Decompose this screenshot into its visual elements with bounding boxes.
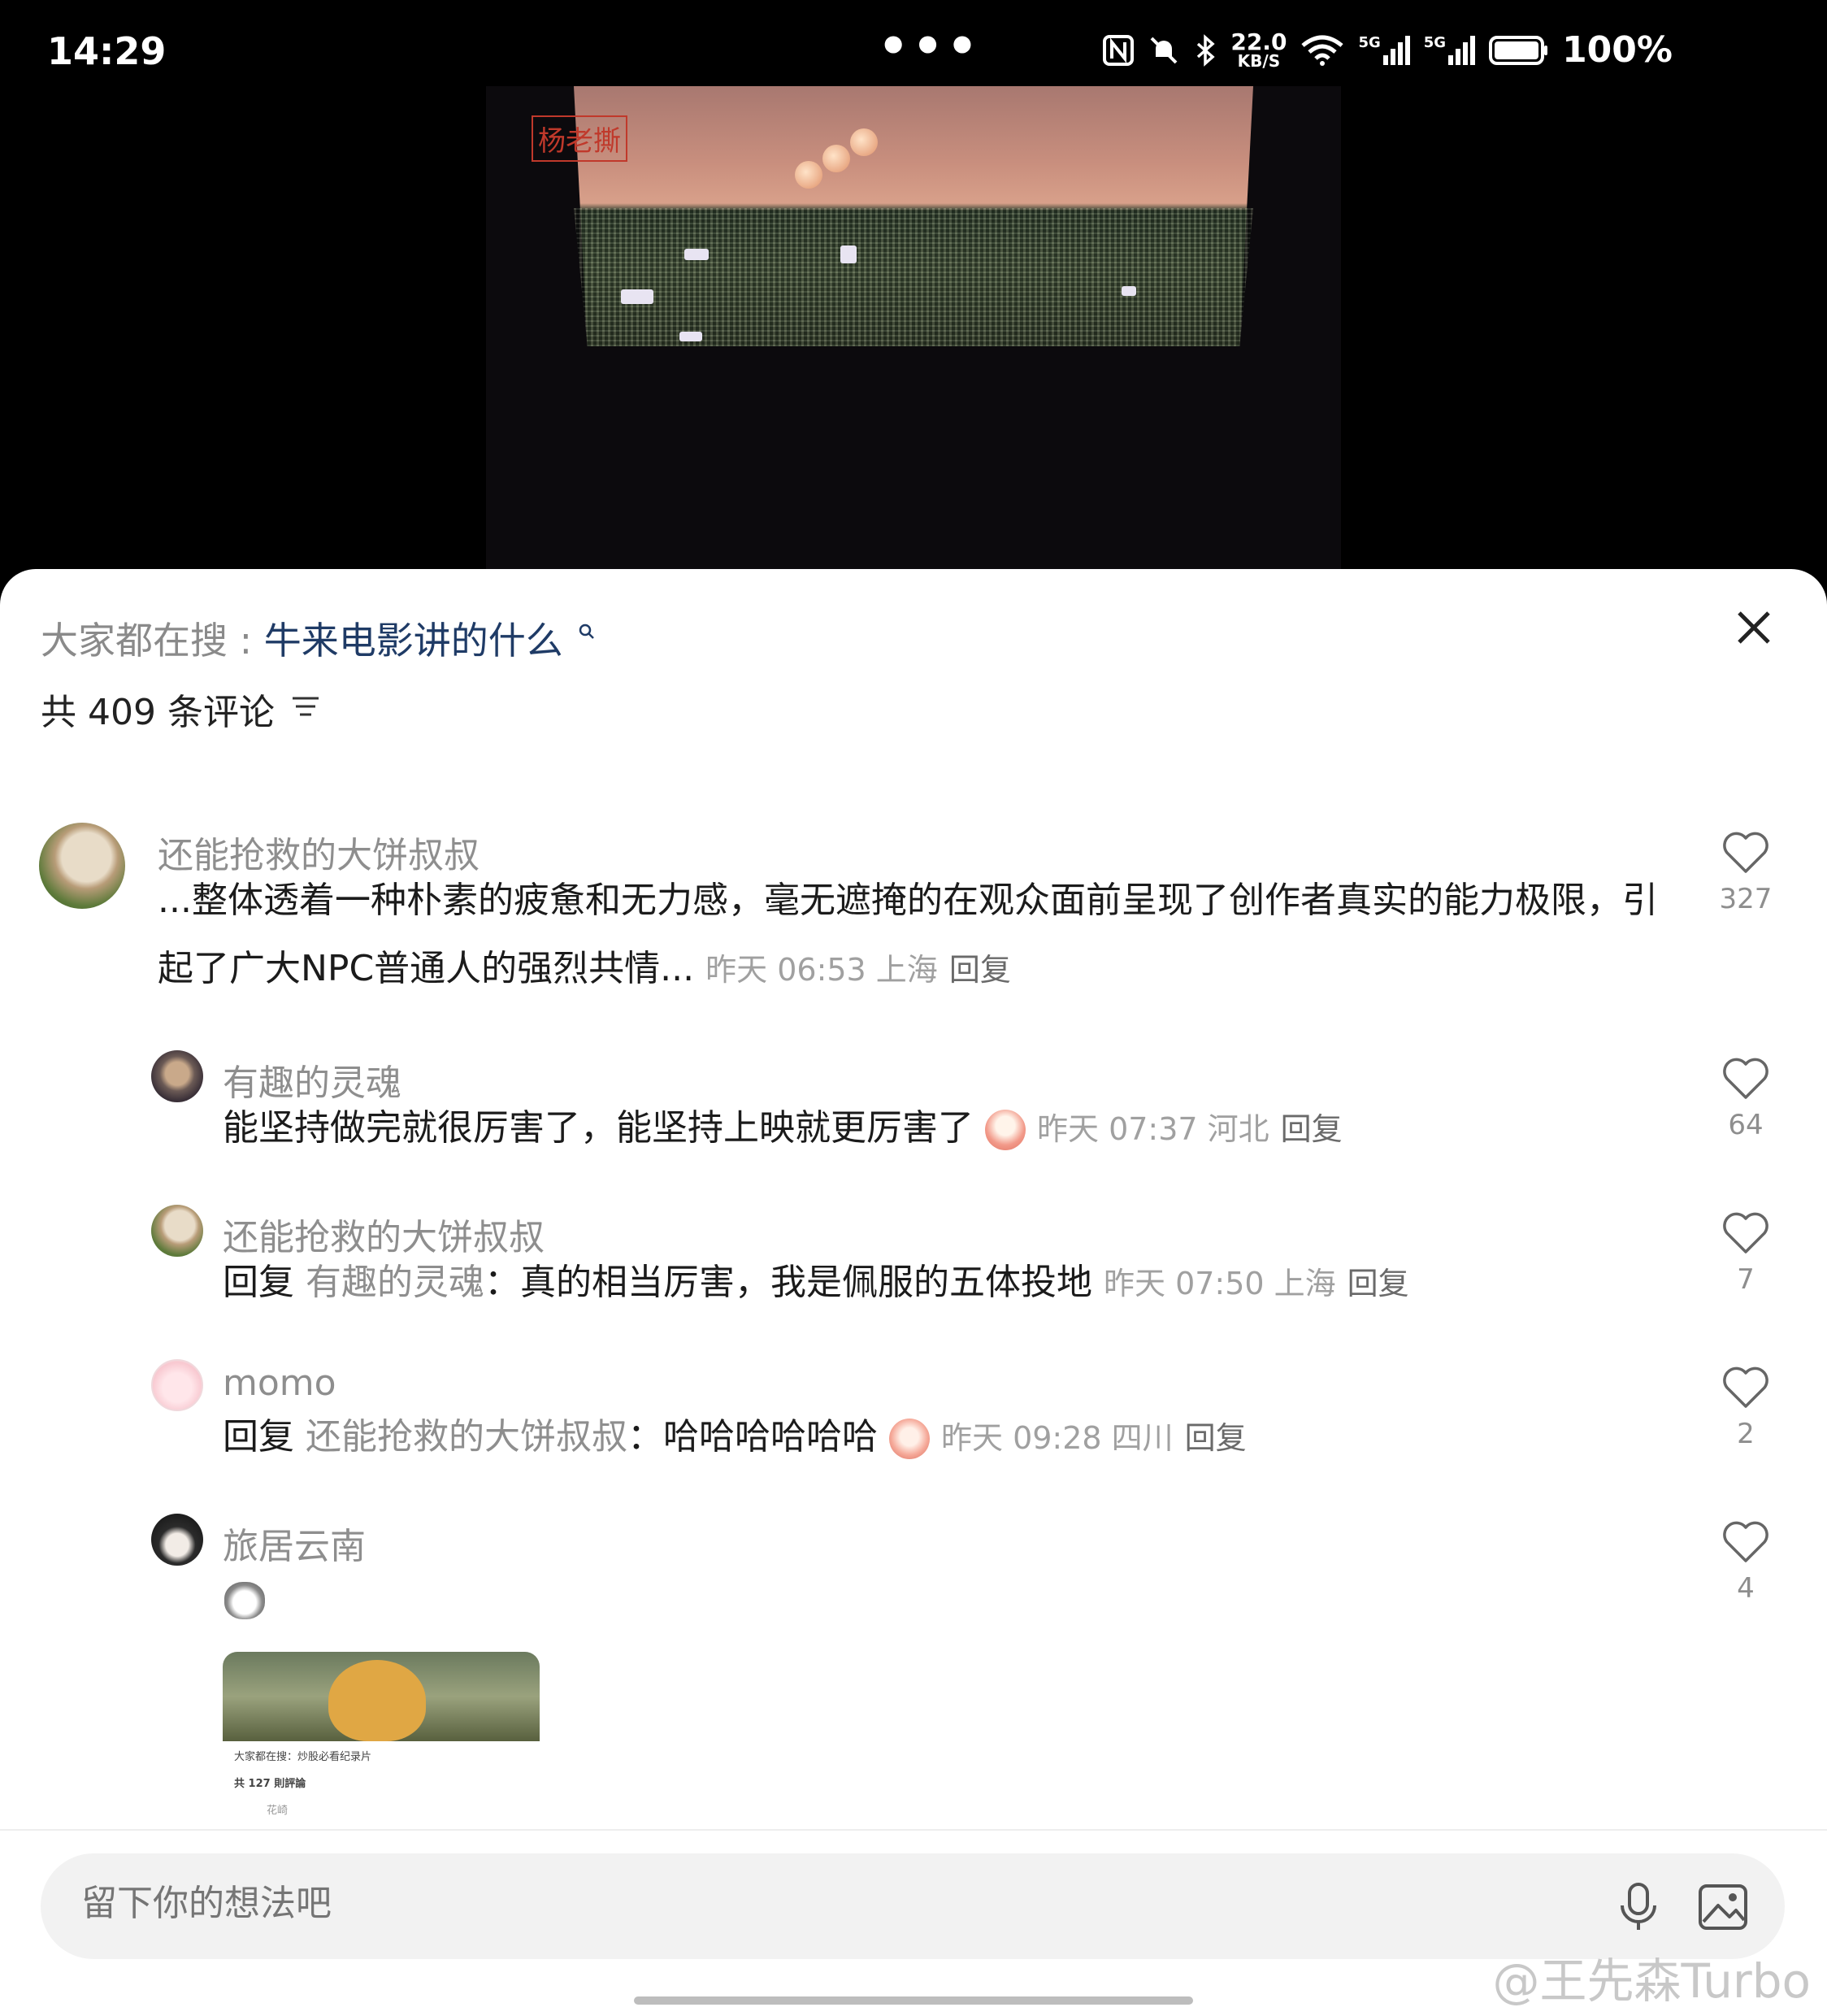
audience-phone-light xyxy=(840,245,857,263)
comment-username[interactable]: 旅居云南 xyxy=(223,1517,366,1569)
image-upload-button[interactable] xyxy=(1697,1881,1749,1936)
nfc-icon xyxy=(1103,34,1135,66)
laughing-crying-emoji-icon xyxy=(889,1419,930,1459)
comment-meta: 昨天 06:53 上海 xyxy=(705,952,938,988)
sort-button[interactable] xyxy=(289,689,322,730)
signal-icon xyxy=(1382,35,1410,65)
like-button[interactable]: 7 xyxy=(1713,1211,1778,1296)
thumbnail-count-line: 共 127 則評論 xyxy=(234,1778,306,1790)
close-icon xyxy=(1738,611,1770,644)
heart-icon xyxy=(1723,1212,1768,1253)
comment-body: ：真的相当厉害，我是佩服的五体投地 xyxy=(484,1262,1092,1303)
comment-image-thumbnail[interactable]: 大家都在搜：炒股必看纪录片 共 127 則評論 花崎 xyxy=(223,1652,540,1831)
shocked-face-emoji-icon xyxy=(985,1110,1026,1150)
trending-label: 大家都在搜 xyxy=(41,619,228,663)
trending-separator: : xyxy=(239,619,253,663)
status-icons: 22.0 KB/S 5G 5G 100% xyxy=(1102,29,1673,71)
thumbnail-search-line: 大家都在搜：炒股必看纪录片 xyxy=(234,1751,372,1763)
comment-meta: 昨天 07:50 上海 xyxy=(1104,1266,1336,1301)
reply-button[interactable]: 回复 xyxy=(949,952,1011,988)
comment-text[interactable]: 回复 还能抢救的大饼叔叔：哈哈哈哈哈哈 昨天 09:28 四川 回复 xyxy=(223,1403,1686,1472)
status-dots: ••• xyxy=(878,18,982,75)
like-button[interactable]: 64 xyxy=(1713,1057,1778,1141)
reply-target-user[interactable]: 还能抢救的大饼叔叔 xyxy=(306,1416,627,1458)
like-count: 2 xyxy=(1737,1418,1755,1450)
like-count: 64 xyxy=(1728,1109,1764,1141)
comment-text-line: 起了广大NPC普通人的强烈共情... 昨天 06:53 上海 回复 xyxy=(158,935,1702,1004)
comment-count: 共 409 条评论 xyxy=(41,683,322,735)
status-time: 14:29 xyxy=(47,29,167,73)
thumbnail-scene xyxy=(223,1652,540,1741)
comment-count-text: 共 409 条评论 xyxy=(41,692,275,733)
heart-icon xyxy=(1723,1521,1768,1562)
reply-prefix: 回复 xyxy=(223,1416,294,1458)
video-player[interactable]: 杨老撕 xyxy=(486,86,1341,569)
comment-sheet: 大家都在搜 : 牛来电影讲的什么 共 409 条评论 还能抢救的大饼叔叔 ...… xyxy=(0,569,1827,2016)
thumbnail-text: 大家都在搜：炒股必看纪录片 共 127 則評論 花崎 xyxy=(223,1741,540,1831)
comment-body: ：哈哈哈哈哈哈 xyxy=(627,1416,878,1458)
image-icon xyxy=(1699,1884,1747,1930)
trending-term[interactable]: 牛来电影讲的什么 xyxy=(264,619,563,663)
audience-phone-light xyxy=(1122,286,1136,296)
cat-sticker-icon xyxy=(224,1582,265,1619)
audience-phone-light xyxy=(621,289,653,304)
sort-icon xyxy=(292,697,319,715)
reply-prefix: 回复 xyxy=(223,1262,294,1303)
avatar[interactable] xyxy=(151,1514,203,1566)
avatar[interactable] xyxy=(151,1050,203,1102)
reply-target-user[interactable]: 有趣的灵魂 xyxy=(306,1262,484,1303)
avatar[interactable] xyxy=(39,823,125,909)
like-count: 7 xyxy=(1737,1263,1755,1296)
signal-2: 5G xyxy=(1424,34,1476,67)
microphone-icon xyxy=(1621,1883,1656,1930)
floating-orb xyxy=(822,145,850,172)
audience-phone-light xyxy=(684,249,709,260)
comment-body: 能坚持做完就很厉害了，能坚持上映就更厉害了 xyxy=(223,1107,974,1149)
like-button[interactable]: 2 xyxy=(1713,1366,1778,1450)
avatar[interactable] xyxy=(151,1359,203,1411)
comment-text[interactable]: 能坚持做完就很厉害了，能坚持上映就更厉害了 昨天 07:37 河北 回复 xyxy=(223,1094,1686,1163)
like-button[interactable]: 4 xyxy=(1713,1520,1778,1605)
wifi-icon xyxy=(1301,35,1344,66)
signal-icon xyxy=(1448,35,1476,65)
floating-orb xyxy=(850,128,878,156)
search-icon xyxy=(578,622,596,646)
home-indicator[interactable] xyxy=(634,1996,1193,2005)
avatar[interactable] xyxy=(151,1205,203,1257)
heart-icon xyxy=(1723,832,1768,873)
comment-text[interactable]: 回复 有趣的灵魂：真的相当厉害，我是佩服的五体投地 昨天 07:50 上海 回复 xyxy=(223,1249,1686,1318)
floating-orb xyxy=(795,161,822,189)
comment-meta: 昨天 09:28 四川 xyxy=(941,1420,1174,1456)
battery-icon xyxy=(1489,35,1548,65)
audience-phone-light xyxy=(679,332,702,341)
comment-text[interactable]: ...整体透着一种朴素的疲惫和无力感，毫无遮掩的在观众面前呈现了创作者真实的能力… xyxy=(158,867,1702,1004)
comment-input[interactable] xyxy=(81,1883,1382,1924)
like-count: 4 xyxy=(1737,1572,1755,1605)
weibo-watermark: @王先森Turbo xyxy=(1492,1953,1811,2009)
bluetooth-icon xyxy=(1197,33,1215,67)
status-bar: 14:29 ••• 22.0 KB/S 5G 5G 100% xyxy=(0,0,1827,81)
battery-percent: 100% xyxy=(1562,29,1673,71)
heart-icon xyxy=(1723,1366,1768,1408)
comment-username[interactable]: momo xyxy=(223,1362,336,1404)
reply-button[interactable]: 回复 xyxy=(1347,1266,1409,1301)
comment-meta: 昨天 07:37 河北 xyxy=(1037,1111,1269,1147)
mute-icon xyxy=(1150,37,1178,63)
close-button[interactable] xyxy=(1731,605,1777,650)
heart-icon xyxy=(1723,1058,1768,1099)
like-button[interactable]: 327 xyxy=(1713,831,1778,915)
signal-1: 5G xyxy=(1358,34,1410,67)
network-speed: 22.0 KB/S xyxy=(1230,28,1287,71)
reply-button[interactable]: 回复 xyxy=(1185,1420,1247,1456)
thumbnail-character xyxy=(328,1660,426,1741)
comment-text-line: ...整体透着一种朴素的疲惫和无力感，毫无遮掩的在观众面前呈现了创作者真实的能力… xyxy=(158,880,1658,921)
reply-button[interactable]: 回复 xyxy=(1281,1111,1343,1147)
screen-texture xyxy=(574,208,1253,346)
like-count: 327 xyxy=(1719,883,1773,915)
video-seal-watermark: 杨老撕 xyxy=(532,115,627,162)
voice-input-button[interactable] xyxy=(1614,1881,1663,1936)
trending-search[interactable]: 大家都在搜 : 牛来电影讲的什么 xyxy=(41,611,596,665)
comment-text-line-2: 起了广大NPC普通人的强烈共情... xyxy=(158,948,695,989)
thumbnail-user-line: 花崎 xyxy=(267,1805,289,1817)
